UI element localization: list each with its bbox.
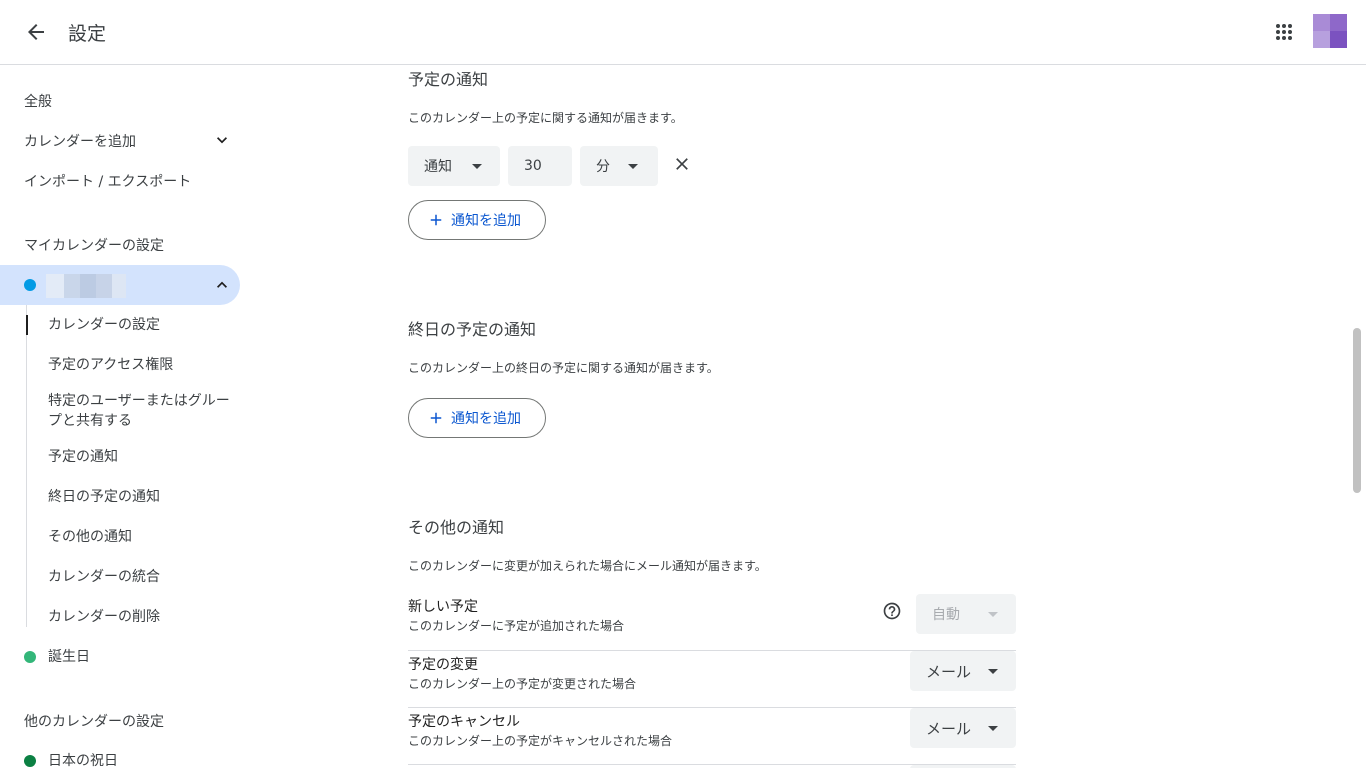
birthdays-calendar-item[interactable]: 誕生日 (48, 647, 238, 667)
page-scrollbar-thumb[interactable] (1353, 328, 1361, 493)
chevron-up-icon (217, 281, 227, 288)
chevron-down-icon (217, 137, 227, 144)
remove-notification-button[interactable] (670, 152, 694, 176)
option-name: 予定の変更 (408, 657, 478, 673)
my-calendars-heading: マイカレンダーの設定 (24, 238, 164, 254)
event-notifications-title: 予定の通知 (408, 70, 489, 89)
redacted-calendar-name (46, 274, 126, 298)
birthday-color-dot (24, 651, 36, 663)
new-event-method-select: 自動 (916, 594, 1016, 634)
japan-holidays-calendar-item[interactable]: 日本の祝日 (48, 751, 238, 768)
add-notification-label: 通知を追加 (451, 213, 521, 229)
nav-import-export[interactable]: インポート / エクスポート (24, 171, 191, 191)
option-description: このカレンダー上の予定が変更された場合 (408, 677, 637, 691)
sub-nav-remove-calendar[interactable]: カレンダーの削除 (48, 607, 238, 627)
apps-grid-icon (1276, 24, 1292, 40)
sub-nav-active-indicator (26, 315, 28, 335)
changed-event-method-value: メール (926, 662, 972, 681)
sub-nav-share-with-people[interactable]: 特定のユーザーまたはグループと共有する (48, 391, 238, 431)
cancelled-event-method-value: メール (926, 719, 972, 738)
apps-button[interactable] (1264, 12, 1304, 52)
dropdown-arrow-icon (988, 612, 998, 617)
notification-unit-select[interactable]: 分 (580, 146, 658, 186)
sub-nav-line (26, 305, 27, 627)
sub-nav-integrate-calendar[interactable]: カレンダーの統合 (48, 567, 238, 587)
nav-general[interactable]: 全般 (24, 91, 52, 111)
sub-nav-other-notifications[interactable]: その他の通知 (48, 527, 238, 547)
dropdown-arrow-icon (628, 164, 638, 169)
changed-event-row: 予定の変更 このカレンダー上の予定が変更された場合 メール (408, 651, 1016, 708)
help-circle-icon[interactable] (882, 601, 902, 621)
add-notification-label: 通知を追加 (451, 411, 521, 427)
sub-nav-allday-notifications[interactable]: 終日の予定の通知 (48, 487, 238, 507)
allday-notifications-description: このカレンダー上の終日の予定に関する通知が届きます。 (408, 361, 719, 375)
add-event-notification-button[interactable]: 通知を追加 (408, 200, 546, 240)
plus-icon (430, 214, 442, 226)
option-name: 予定のキャンセル (408, 714, 520, 730)
holiday-color-dot (24, 755, 36, 767)
option-description: このカレンダー上の予定がキャンセルされた場合 (408, 734, 673, 748)
plus-icon (430, 412, 442, 424)
cancelled-event-row: 予定のキャンセル このカレンダー上の予定がキャンセルされた場合 メール (408, 708, 1016, 765)
notification-type-select[interactable]: 通知 (408, 146, 500, 186)
other-notifications-description: このカレンダーに変更が加えられた場合にメール通知が届きます。 (408, 559, 767, 573)
calendar-color-dot (24, 279, 36, 291)
add-calendar-expand-button[interactable] (210, 128, 234, 152)
new-event-row: 新しい予定 このカレンダーに予定が追加された場合 自動 (408, 594, 1016, 651)
dropdown-arrow-icon (988, 669, 998, 674)
nav-add-calendar[interactable]: カレンダーを追加 (24, 131, 136, 151)
option-description: このカレンダーに予定が追加された場合 (408, 619, 625, 633)
settings-sidebar: 全般 カレンダーを追加 インポート / エクスポート マイカレンダーの設定 カレ… (0, 65, 256, 768)
page-title: 設定 (68, 23, 107, 45)
dropdown-arrow-icon (472, 164, 482, 169)
dropdown-arrow-icon (988, 726, 998, 731)
sub-nav-calendar-settings[interactable]: カレンダーの設定 (48, 315, 238, 335)
calendar-collapse-button[interactable] (210, 273, 234, 297)
new-event-method-value: 自動 (932, 607, 960, 623)
changed-event-method-select[interactable]: メール (910, 651, 1016, 691)
close-icon (676, 158, 688, 170)
sub-nav-event-notifications[interactable]: 予定の通知 (48, 447, 238, 467)
option-name: 新しい予定 (408, 599, 478, 615)
back-button[interactable] (16, 12, 56, 52)
app-header: 設定 (0, 0, 1366, 65)
add-allday-notification-button[interactable]: 通知を追加 (408, 398, 546, 438)
notification-type-value: 通知 (424, 159, 452, 175)
notification-amount-input[interactable] (508, 146, 572, 186)
arrow-left-icon (28, 24, 44, 40)
settings-content: 予定の通知 このカレンダー上の予定に関する通知が届きます。 通知 分 通知を追加… (408, 65, 1348, 768)
cancelled-event-method-select[interactable]: メール (910, 708, 1016, 748)
my-calendar-item[interactable] (0, 265, 240, 305)
notification-unit-value: 分 (596, 159, 610, 175)
allday-notifications-title: 終日の予定の通知 (408, 320, 537, 339)
account-avatar[interactable] (1313, 14, 1347, 48)
event-notifications-description: このカレンダー上の予定に関する通知が届きます。 (408, 111, 683, 125)
other-calendars-heading: 他のカレンダーの設定 (24, 714, 164, 730)
other-notifications-title: その他の通知 (408, 518, 505, 537)
sub-nav-access-permissions[interactable]: 予定のアクセス権限 (48, 355, 238, 375)
